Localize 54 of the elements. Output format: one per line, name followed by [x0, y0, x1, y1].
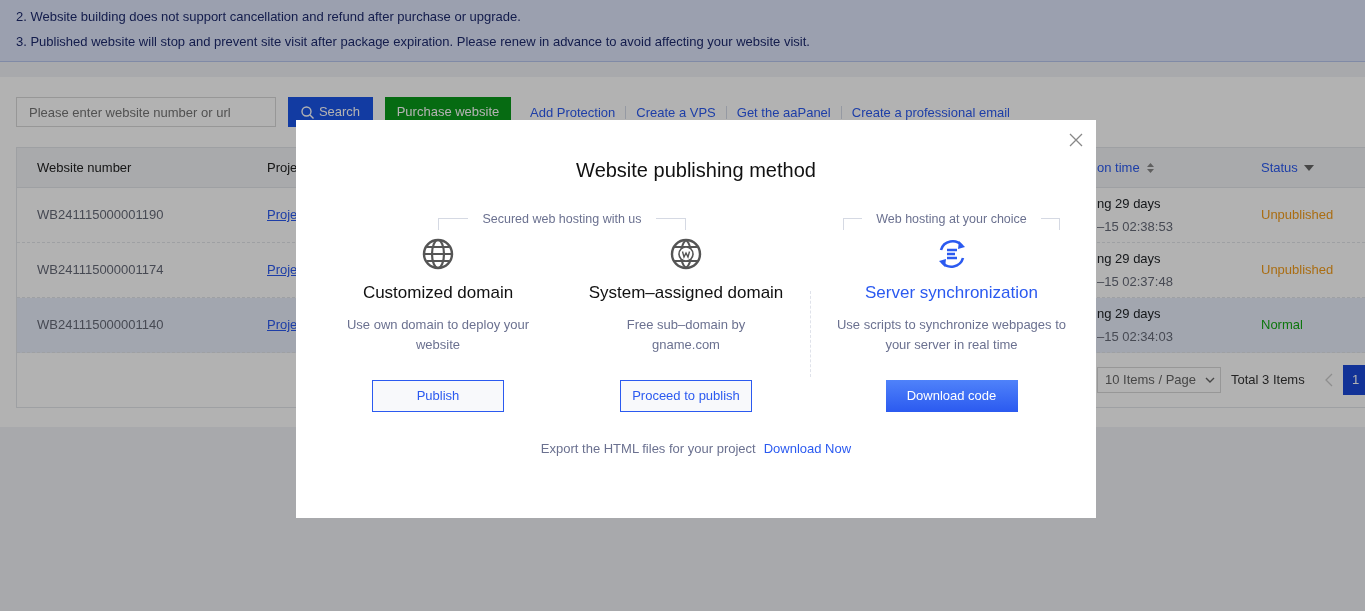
status-text: Unpublished — [1261, 262, 1334, 278]
total-count: Total 3 Items — [1231, 371, 1305, 390]
table-cell-text: ng 29 days — [1097, 194, 1162, 213]
toolbar-link[interactable]: Add Protection — [530, 105, 626, 119]
table-cell-text: –15 02:38:53 — [1097, 218, 1174, 236]
column-header: Website number — [37, 158, 132, 177]
status-text: Unpublished — [1261, 207, 1334, 223]
option-description: Use own domain to deploy your website — [345, 316, 531, 354]
table-cell-text: –15 02:34:03 — [1097, 328, 1174, 346]
table-cell: WB241115000001140 — [37, 317, 164, 333]
download-link[interactable]: Download Now — [763, 441, 852, 456]
table-cell: WB241115000001190 — [37, 207, 164, 223]
option-button[interactable]: Proceed to publish — [620, 380, 752, 412]
toolbar-link[interactable]: Get the aaPanel — [725, 105, 841, 119]
group-label: Web hosting at your choice — [875, 211, 1028, 228]
status-text: Normal — [1261, 317, 1303, 333]
option-button[interactable]: Download code — [885, 380, 1018, 412]
modal-title: Website publishing method — [575, 158, 817, 182]
project-link[interactable]: Proje — [267, 207, 298, 223]
option-description: Use scripts to synchronize webpages to your server in real time — [836, 316, 1067, 354]
option-button[interactable]: Publish — [372, 380, 504, 412]
bracket-line — [655, 218, 686, 230]
bracket-line — [1040, 218, 1060, 230]
project-link[interactable]: Proje — [267, 262, 298, 278]
table-cell-text: ng 29 days — [1097, 249, 1162, 268]
notice-text: 3. Published website will stop and prevent site visit after package expiration. Please renew in advance to avoid affecting your website visit. — [16, 33, 811, 51]
column-header[interactable]: Status — [1261, 157, 1298, 178]
option-title: Customized domain — [362, 283, 514, 303]
group-label: Secured web hosting with us — [481, 211, 643, 228]
bracket-line — [843, 218, 863, 230]
globe-icon — [669, 237, 703, 271]
sort-icon — [1145, 161, 1155, 174]
option-title: Server synchronization — [865, 283, 1038, 303]
column-header: Proje — [267, 158, 298, 177]
toolbar-link[interactable]: Create a professional email — [840, 105, 1020, 119]
bracket-line — [438, 218, 469, 230]
option-description: Free sub–domain by gname.com — [625, 316, 747, 354]
close-icon[interactable] — [1068, 132, 1084, 148]
page-size-select[interactable]: 10 Items / Page — [1097, 367, 1221, 393]
project-link[interactable]: Proje — [267, 317, 298, 333]
table-cell-text: ng 29 days — [1097, 304, 1162, 323]
column-header[interactable]: on time — [1097, 157, 1140, 178]
search-field[interactable]: Please enter website number or url — [16, 97, 276, 127]
caret-icon — [1303, 164, 1314, 171]
option-title: System–assigned domain — [588, 283, 784, 303]
page-button[interactable]: 1 — [1342, 365, 1365, 395]
globe-icon — [421, 237, 455, 271]
table-cell-text: –15 02:37:48 — [1097, 273, 1174, 291]
footer-text: Export the HTML files for your project — [540, 441, 756, 456]
table-cell: WB241115000001174 — [37, 262, 164, 278]
toolbar-link[interactable]: Create a VPS — [625, 105, 726, 119]
search-icon — [300, 105, 314, 119]
chevron-down-icon — [1205, 377, 1215, 383]
notice-text: 2. Website building does not support cancellation and refund after purchase or upgrade. — [16, 8, 522, 26]
